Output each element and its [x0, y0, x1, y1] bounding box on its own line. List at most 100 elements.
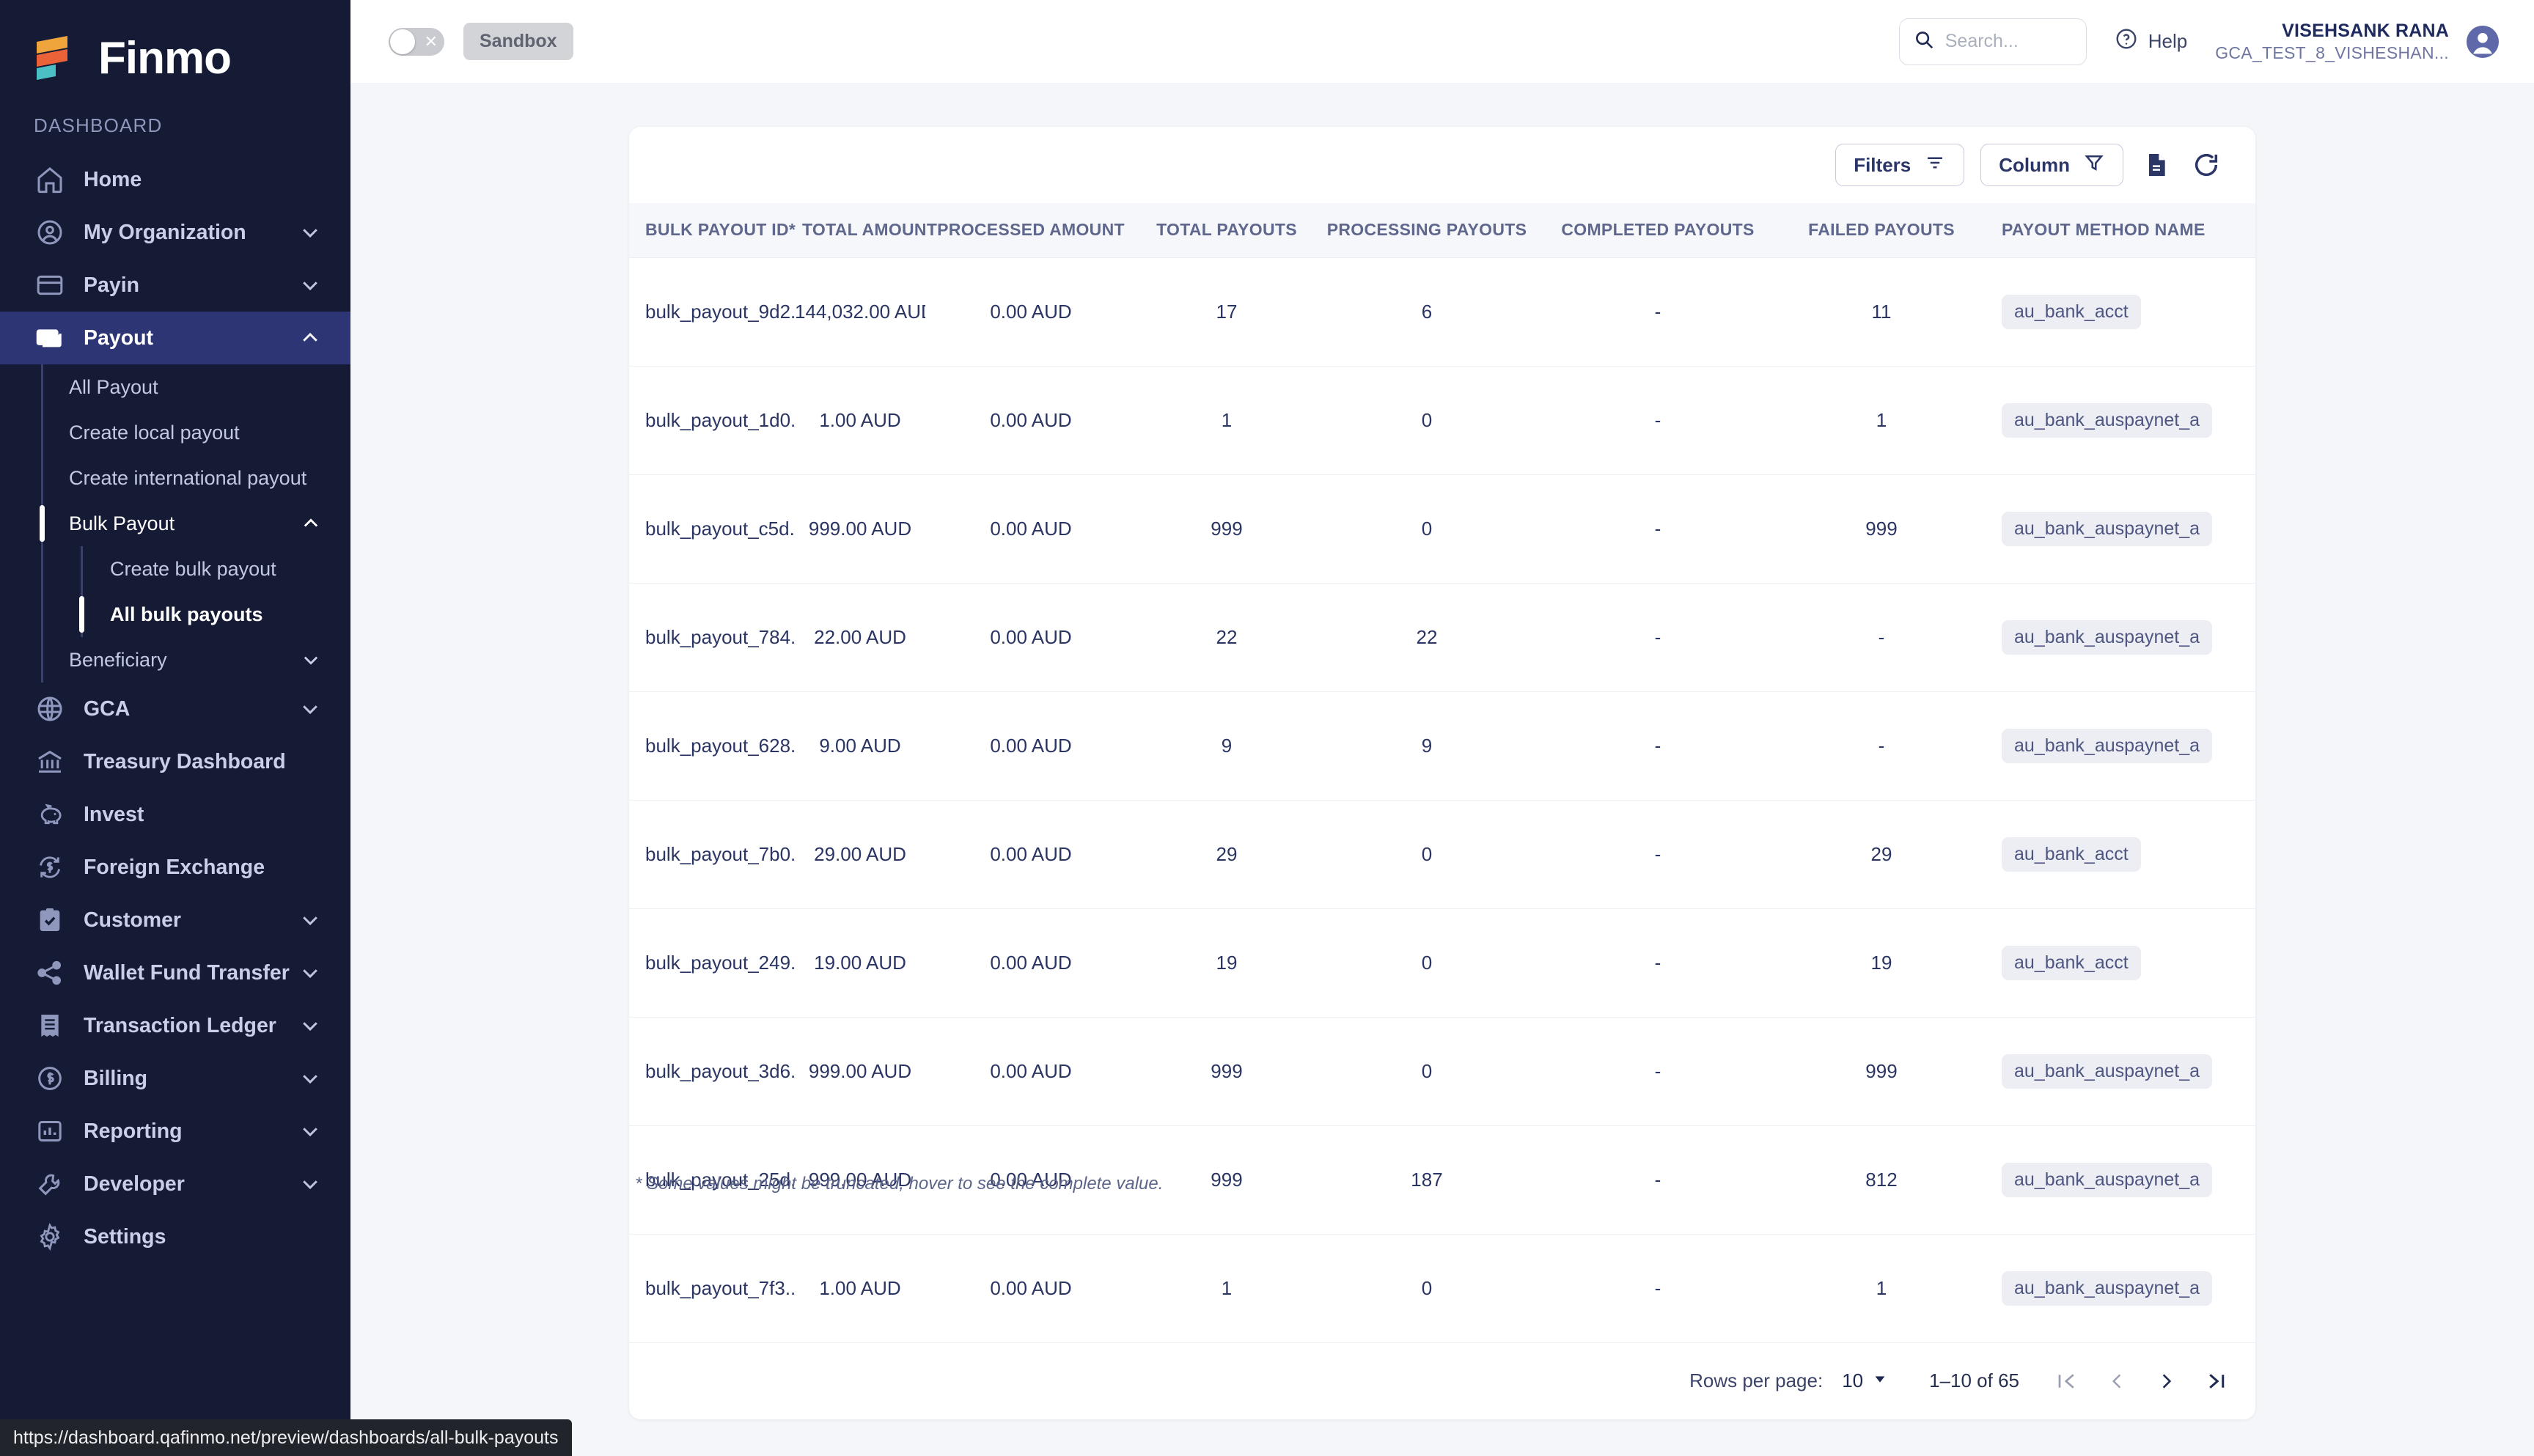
- payout-method-chip: au_bank_auspaynet_a: [2002, 402, 2213, 438]
- sidebar-subitem-bulk-payout[interactable]: Bulk Payout: [0, 501, 350, 546]
- sidebar-subitem-all-payout[interactable]: All Payout: [0, 364, 350, 410]
- sidebar-item-label: GCA: [84, 696, 131, 721]
- column-header-processing-payouts[interactable]: PROCESSING PAYOUTS: [1317, 203, 1537, 258]
- sidebar-subitem-all-bulk-payouts[interactable]: All bulk payouts: [0, 592, 350, 637]
- cell-processing-payouts: 6: [1317, 257, 1537, 367]
- chevron-down-icon: [299, 274, 321, 296]
- help-label: Help: [2148, 30, 2188, 52]
- table-row[interactable]: bulk_payout_784... 22.00 AUD 0.00 AUD 22…: [629, 583, 2255, 692]
- table-row[interactable]: bulk_payout_1d0... 1.00 AUD 0.00 AUD 1 0…: [629, 366, 2255, 475]
- search-icon: [1913, 29, 1935, 54]
- column-button[interactable]: Column: [1980, 144, 2123, 186]
- export-document-button[interactable]: [2140, 148, 2173, 182]
- sidebar-item-payout[interactable]: Payout: [0, 312, 350, 364]
- cell-total-payouts: 9: [1136, 691, 1317, 801]
- search-box[interactable]: [1898, 18, 2087, 65]
- sidebar-item-invest[interactable]: Invest: [0, 788, 350, 841]
- user-circle-icon: [34, 216, 66, 249]
- sidebar-item-wallet-fund-transfer[interactable]: Wallet Fund Transfer: [0, 946, 350, 999]
- sidebar-item-settings[interactable]: Settings: [0, 1210, 350, 1263]
- user-menu[interactable]: VISEHSANK RANA GCA_TEST_8_VISHESHAN...: [2215, 19, 2500, 64]
- payout-method-chip: au_bank_auspaynet_a: [2002, 619, 2213, 655]
- sidebar-subitem-label: Create local payout: [69, 421, 240, 444]
- search-input[interactable]: [1944, 31, 2073, 52]
- table-row[interactable]: bulk_payout_628... 9.00 AUD 0.00 AUD 9 9…: [629, 691, 2255, 801]
- next-page-button[interactable]: [2154, 1365, 2179, 1397]
- sidebar-item-label: Invest: [84, 802, 144, 826]
- cell-completed-payouts: -: [1537, 474, 1779, 584]
- sandbox-badge[interactable]: Sandbox: [463, 23, 573, 60]
- cell-failed-payouts: -: [1779, 691, 1984, 801]
- sidebar-subitem-create-bulk-payout[interactable]: Create bulk payout: [0, 546, 350, 592]
- rows-per-page-select[interactable]: 10: [1842, 1369, 1888, 1392]
- sidebar-item-transaction-ledger[interactable]: Transaction Ledger: [0, 999, 350, 1052]
- sidebar-item-billing[interactable]: Billing: [0, 1052, 350, 1105]
- filters-button[interactable]: Filters: [1835, 144, 1965, 186]
- main-content: Filters Column BULK PAYOUT ID* TOTAL AMO…: [350, 83, 2534, 1456]
- sidebar-item-my-organization[interactable]: My Organization: [0, 206, 350, 259]
- cell-bulk-payout-id: bulk_payout_9d2...: [629, 257, 795, 367]
- sidebar-item-label: My Organization: [84, 220, 246, 244]
- cell-processing-payouts: 0: [1317, 908, 1537, 1018]
- payout-method-chip: au_bank_auspaynet_a: [2002, 511, 2213, 546]
- table-row[interactable]: bulk_payout_9d2... 144,032.00 AUD 0.00 A…: [629, 257, 2255, 367]
- payout-method-chip: au_bank_acct: [2002, 945, 2141, 980]
- sidebar-item-developer[interactable]: Developer: [0, 1158, 350, 1210]
- cell-payout-method-name: au_bank_acct: [1984, 908, 2255, 1018]
- sidebar-subitem-create-international-payout[interactable]: Create international payout: [0, 455, 350, 501]
- sidebar-subitem-beneficiary[interactable]: Beneficiary: [0, 637, 350, 683]
- column-header-processed-amount[interactable]: PROCESSED AMOUNT: [925, 203, 1136, 258]
- chevron-up-icon: [299, 327, 321, 349]
- table-row[interactable]: bulk_payout_c5d... 999.00 AUD 0.00 AUD 9…: [629, 474, 2255, 584]
- cell-total-amount: 9.00 AUD: [795, 691, 925, 801]
- cell-processed-amount: 0.00 AUD: [925, 257, 1136, 367]
- table-toolbar: Filters Column: [629, 127, 2255, 203]
- top-bar: ✕ Sandbox Help VISEHSANK RANA GCA_TEST_8…: [350, 0, 2534, 83]
- environment-toggle[interactable]: ✕: [389, 27, 444, 56]
- sidebar-item-label: Payout: [84, 326, 154, 350]
- sidebar-subitem-create-local-payout[interactable]: Create local payout: [0, 410, 350, 455]
- column-header-completed-payouts[interactable]: COMPLETED PAYOUTS: [1537, 203, 1779, 258]
- previous-page-button[interactable]: [2104, 1365, 2129, 1397]
- sidebar-item-payin[interactable]: Payin: [0, 259, 350, 312]
- column-header-bulk-payout-id[interactable]: BULK PAYOUT ID*: [629, 203, 796, 258]
- cell-total-payouts: 17: [1136, 257, 1317, 367]
- column-header-total-amount[interactable]: TOTAL AMOUNT: [795, 203, 937, 258]
- status-bar-url: https://dashboard.qafinmo.net/preview/da…: [0, 1419, 572, 1456]
- cell-total-amount: 29.00 AUD: [795, 800, 925, 909]
- cell-total-payouts: 999: [1136, 1125, 1317, 1235]
- cell-bulk-payout-id: bulk_payout_3d6...: [629, 1017, 795, 1126]
- brand-logo[interactable]: Finmo: [0, 0, 350, 87]
- sidebar-item-foreign-exchange[interactable]: Foreign Exchange: [0, 841, 350, 894]
- truncation-note: * Some values might be truncated, hover …: [635, 1174, 1164, 1194]
- sidebar-subitem-label: All bulk payouts: [110, 603, 263, 625]
- cell-processing-payouts: 0: [1317, 366, 1537, 475]
- column-header-payout-method-name[interactable]: PAYOUT METHOD NAME: [1984, 203, 2255, 258]
- table-row[interactable]: bulk_payout_3d6... 999.00 AUD 0.00 AUD 9…: [629, 1017, 2255, 1126]
- cell-total-amount: 999.00 AUD: [795, 1017, 925, 1126]
- cell-failed-payouts: 999: [1779, 1017, 1984, 1126]
- last-page-button[interactable]: [2204, 1365, 2229, 1397]
- column-header-failed-payouts[interactable]: FAILED PAYOUTS: [1779, 203, 1984, 258]
- cell-total-amount: 22.00 AUD: [795, 583, 925, 692]
- cell-processing-payouts: 22: [1317, 583, 1537, 692]
- cell-payout-method-name: au_bank_acct: [1984, 800, 2255, 909]
- help-circle-icon: [2115, 27, 2138, 56]
- table-row[interactable]: bulk_payout_7b0... 29.00 AUD 0.00 AUD 29…: [629, 800, 2255, 909]
- avatar[interactable]: [2465, 24, 2500, 59]
- first-page-button[interactable]: [2054, 1365, 2079, 1397]
- cell-bulk-payout-id: bulk_payout_7f3...: [629, 1234, 795, 1343]
- column-header-total-payouts[interactable]: TOTAL PAYOUTS: [1136, 203, 1317, 258]
- sidebar-item-reporting[interactable]: Reporting: [0, 1105, 350, 1158]
- table-row[interactable]: bulk_payout_249... 19.00 AUD 0.00 AUD 19…: [629, 908, 2255, 1018]
- sidebar-item-gca[interactable]: GCA: [0, 683, 350, 735]
- sidebar-item-treasury-dashboard[interactable]: Treasury Dashboard: [0, 735, 350, 788]
- sidebar-item-customer[interactable]: Customer: [0, 894, 350, 946]
- help-button[interactable]: Help: [2115, 27, 2187, 56]
- cell-payout-method-name: au_bank_auspaynet_a: [1984, 1234, 2255, 1343]
- table-row[interactable]: bulk_payout_7f3... 1.00 AUD 0.00 AUD 1 0…: [629, 1234, 2255, 1343]
- sidebar-item-home[interactable]: Home: [0, 153, 350, 206]
- pagination-controls: [2054, 1365, 2229, 1397]
- refresh-button[interactable]: [2189, 148, 2223, 182]
- payout-method-chip: au_bank_auspaynet_a: [2002, 1054, 2213, 1089]
